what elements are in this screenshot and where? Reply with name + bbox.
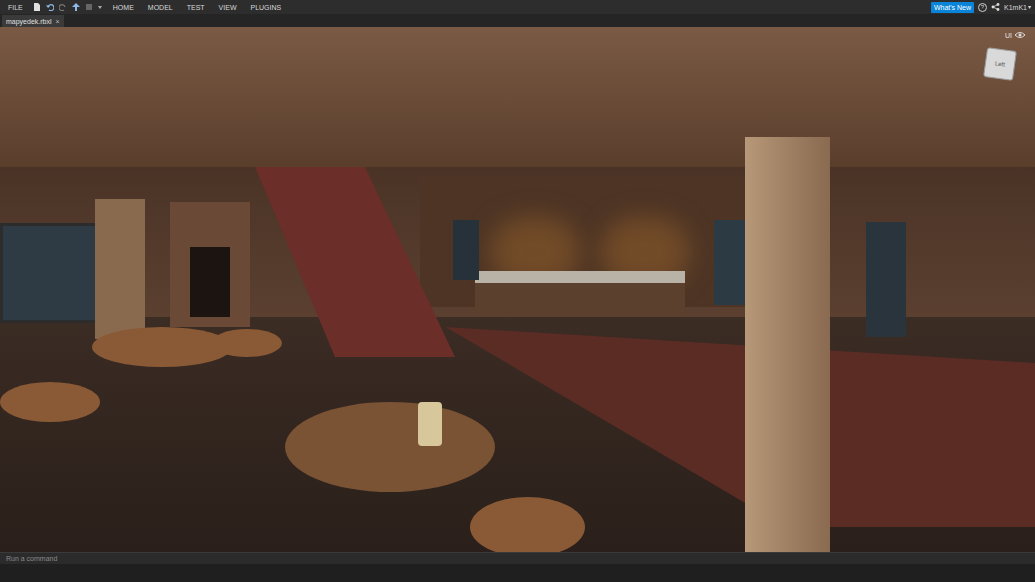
- top-bar: FILE HOME MODEL TEST VIEW PLUGINS What's New? K…: [0, 0, 1035, 14]
- document-tab-bar: mapyedek.rbxl ×: [0, 14, 1035, 27]
- undo-icon[interactable]: [46, 3, 54, 11]
- scene-render: [0, 27, 1035, 552]
- view-cube-face[interactable]: Left: [995, 60, 1006, 67]
- document-tab[interactable]: mapyedek.rbxl ×: [2, 15, 64, 27]
- eye-icon[interactable]: [1015, 31, 1025, 39]
- close-tab-button[interactable]: ×: [56, 18, 60, 25]
- user-caret[interactable]: ▾: [1028, 4, 1031, 10]
- whats-new-button[interactable]: What's New: [931, 2, 974, 13]
- redo-icon[interactable]: [59, 3, 67, 11]
- view-cube[interactable]: Left: [983, 47, 1017, 81]
- stop-icon[interactable]: [85, 3, 93, 11]
- share-icon[interactable]: [991, 3, 1000, 11]
- command-input[interactable]: [6, 555, 1029, 562]
- ribbon-tab[interactable]: PLUGINS: [249, 4, 282, 11]
- ribbon-tab[interactable]: MODEL: [147, 4, 174, 11]
- viewport-overlay-controls: UI: [1005, 31, 1025, 39]
- user-name[interactable]: K1mK1: [1004, 4, 1027, 11]
- bottom-strip: [0, 564, 1035, 582]
- new-file-icon[interactable]: [33, 3, 41, 11]
- dropdown-icon[interactable]: [98, 5, 102, 10]
- quick-access-toolbar: [33, 3, 102, 11]
- command-bar: [0, 552, 1035, 564]
- file-menu[interactable]: FILE: [8, 4, 23, 11]
- top-right-controls: What's New? K1mK1▾: [931, 2, 1031, 13]
- ribbon-tab[interactable]: TEST: [186, 4, 206, 11]
- ribbon-tab[interactable]: VIEW: [218, 4, 238, 11]
- ribbon-tabs: HOME MODEL TEST VIEW PLUGINS: [112, 4, 282, 11]
- ui-toggle[interactable]: UI: [1005, 32, 1012, 39]
- document-tab-label[interactable]: mapyedek.rbxl: [6, 18, 52, 25]
- ribbon-tab[interactable]: HOME: [112, 4, 135, 11]
- publish-icon[interactable]: [72, 3, 80, 11]
- help-button[interactable]: ?: [978, 3, 987, 12]
- viewport[interactable]: UI Left: [0, 27, 1035, 552]
- user-menu[interactable]: K1mK1▾: [1004, 4, 1031, 11]
